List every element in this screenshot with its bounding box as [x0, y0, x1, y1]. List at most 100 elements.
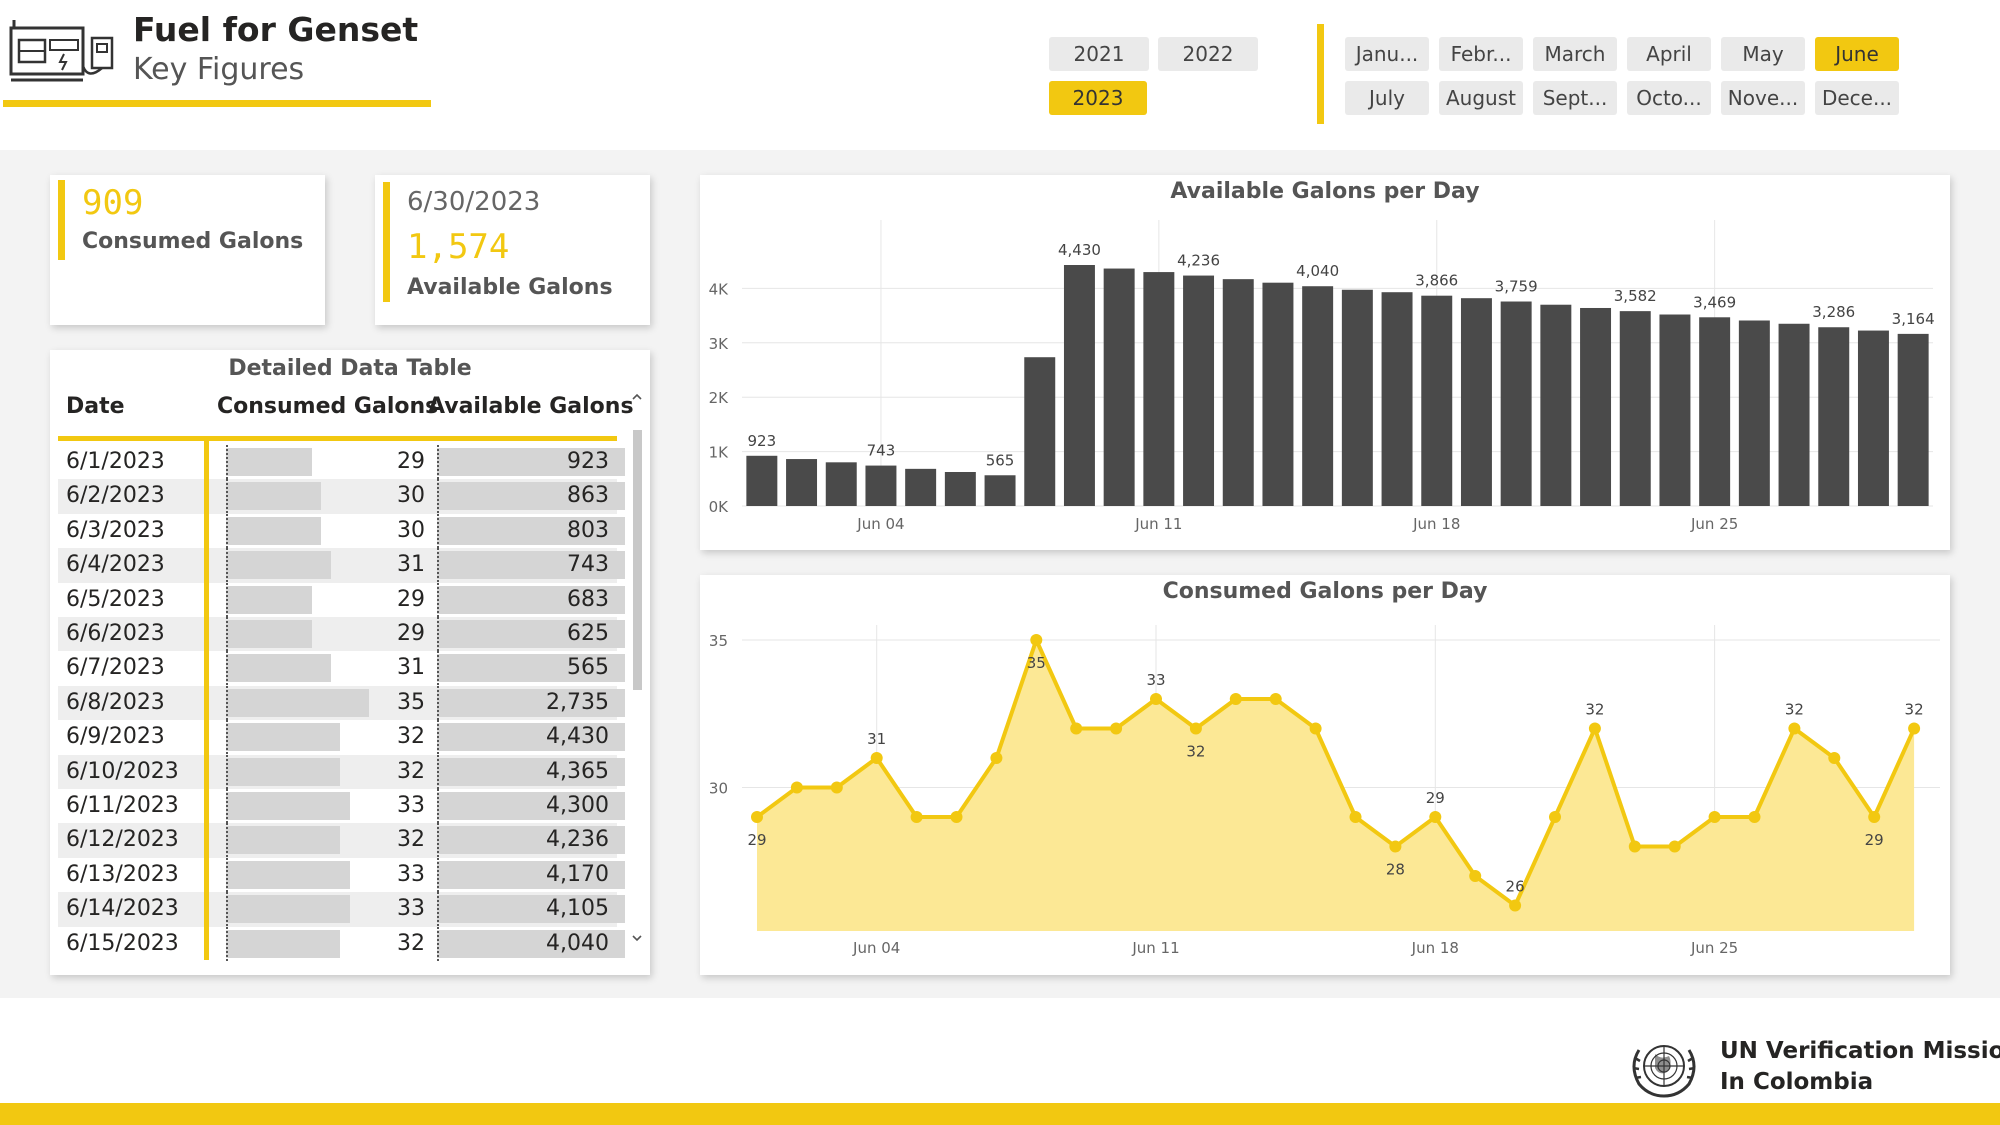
bar[interactable] [786, 459, 818, 506]
column-header-consumed[interactable]: Consumed Galons [217, 394, 438, 419]
data-point[interactable] [1070, 722, 1083, 735]
data-point[interactable] [950, 811, 963, 823]
bar[interactable] [1619, 311, 1651, 506]
table-row[interactable]: 6/14/2023 33 4,105 [58, 892, 625, 927]
data-point[interactable] [1469, 870, 1482, 882]
data-point[interactable] [1150, 693, 1162, 705]
data-point[interactable] [1628, 840, 1641, 853]
data-point[interactable] [990, 752, 1003, 764]
month-option-april[interactable]: April [1627, 37, 1711, 71]
data-point[interactable] [1030, 634, 1043, 646]
table-row[interactable]: 6/9/2023 32 4,430 [58, 720, 625, 755]
scroll-thumb[interactable] [633, 430, 642, 690]
available-galons-chart[interactable]: Available Galons per Day 0K 1K 2K 3K 4K Jun 0… [700, 175, 1950, 550]
data-point[interactable] [1748, 811, 1761, 823]
table-row[interactable]: 6/11/2023 33 4,300 [58, 789, 625, 823]
month-option-january[interactable]: Janu... [1345, 37, 1429, 71]
table-row[interactable]: 6/3/2023 30 803 [58, 513, 625, 548]
month-option-june[interactable]: June [1815, 37, 1899, 71]
table-row[interactable]: 6/2/2023 30 863 [58, 479, 625, 514]
bar[interactable] [1381, 292, 1413, 506]
bar[interactable] [1421, 295, 1453, 506]
data-point[interactable] [751, 811, 763, 823]
consumed-galons-chart[interactable]: Consumed Galons per Day 30 35 Jun 04 Jun 11… [700, 575, 1950, 975]
data-point[interactable] [1189, 722, 1202, 735]
bar[interactable] [984, 475, 1016, 506]
bar[interactable] [865, 465, 897, 506]
column-header-available[interactable]: Available Galons [428, 394, 634, 419]
bar[interactable] [1818, 327, 1850, 506]
year-option-2022[interactable]: 2022 [1158, 37, 1258, 71]
month-option-february[interactable]: Febr... [1439, 37, 1523, 71]
bar[interactable] [1540, 304, 1572, 506]
month-option-november[interactable]: Nove... [1721, 81, 1805, 115]
scroll-down-icon[interactable] [630, 931, 644, 945]
data-point[interactable] [1429, 811, 1442, 823]
table-row[interactable]: 6/5/2023 29 683 [58, 582, 625, 617]
bar[interactable] [746, 455, 778, 506]
table-row[interactable]: 6/7/2023 31 565 [58, 651, 625, 686]
table-row[interactable]: 6/13/2023 33 4,170 [58, 857, 625, 892]
bar[interactable] [1103, 268, 1135, 506]
bar[interactable] [1262, 282, 1294, 506]
data-point[interactable] [1269, 693, 1282, 705]
data-point[interactable] [1908, 722, 1921, 735]
bar[interactable] [1699, 317, 1731, 506]
data-point[interactable] [870, 752, 883, 764]
table-row[interactable]: 6/1/2023 29 923 [58, 445, 625, 479]
bar[interactable] [905, 468, 937, 506]
bar[interactable] [1143, 272, 1175, 506]
data-point[interactable] [1868, 811, 1881, 823]
month-option-august[interactable]: August [1439, 81, 1523, 115]
bar[interactable] [825, 462, 857, 506]
data-point[interactable] [830, 781, 843, 794]
month-option-march[interactable]: March [1533, 37, 1617, 71]
data-point[interactable] [1668, 840, 1681, 853]
data-point[interactable] [1588, 722, 1601, 735]
data-point[interactable] [1509, 899, 1522, 912]
bar[interactable] [1341, 289, 1373, 506]
bar[interactable] [1857, 330, 1889, 506]
month-option-may[interactable]: May [1721, 37, 1805, 71]
kpi-available-card[interactable]: 6/30/2023 1,574 Available Galons [375, 175, 650, 325]
data-point[interactable] [910, 811, 923, 823]
data-point[interactable] [1309, 722, 1322, 735]
bar[interactable] [1302, 286, 1334, 506]
data-point[interactable] [1788, 722, 1801, 735]
data-point[interactable] [1389, 840, 1402, 853]
table-row[interactable]: 6/8/2023 35 2,735 [58, 685, 625, 721]
column-header-date[interactable]: Date [66, 394, 125, 419]
month-option-september[interactable]: Sept... [1533, 81, 1617, 115]
bar[interactable] [1778, 323, 1810, 506]
year-option-2021[interactable]: 2021 [1049, 37, 1149, 71]
table-row[interactable]: 6/6/2023 29 625 [58, 617, 625, 652]
data-point[interactable] [1828, 752, 1841, 764]
bar[interactable] [1897, 333, 1929, 506]
bar[interactable] [1580, 307, 1612, 506]
table-row[interactable]: 6/10/2023 32 4,365 [58, 754, 625, 789]
bar[interactable] [1063, 265, 1095, 506]
data-point[interactable] [1549, 811, 1561, 823]
data-point[interactable] [790, 781, 803, 794]
bar[interactable] [1659, 314, 1691, 506]
year-option-2023[interactable]: 2023 [1049, 81, 1147, 115]
table-scrollbar[interactable] [630, 390, 644, 945]
table-row[interactable]: 6/12/2023 32 4,236 [58, 823, 625, 858]
scroll-up-icon[interactable] [630, 390, 644, 404]
data-point[interactable] [1349, 811, 1362, 823]
bar[interactable] [1500, 301, 1532, 506]
kpi-consumed-card[interactable]: 909 Consumed Galons [50, 175, 325, 325]
bar[interactable] [1222, 279, 1254, 506]
month-option-october[interactable]: Octo... [1627, 81, 1711, 115]
data-point[interactable] [1708, 811, 1721, 823]
month-option-july[interactable]: July [1345, 81, 1429, 115]
table-row[interactable]: 6/15/2023 32 4,040 [58, 926, 625, 961]
bar[interactable] [1024, 357, 1056, 506]
bar[interactable] [1183, 275, 1215, 506]
month-option-december[interactable]: Dece... [1815, 81, 1899, 115]
bar[interactable] [944, 472, 976, 506]
table-row[interactable]: 6/4/2023 31 743 [58, 548, 625, 583]
bar[interactable] [1738, 320, 1770, 506]
data-point[interactable] [1229, 693, 1242, 705]
bar[interactable] [1460, 298, 1492, 506]
